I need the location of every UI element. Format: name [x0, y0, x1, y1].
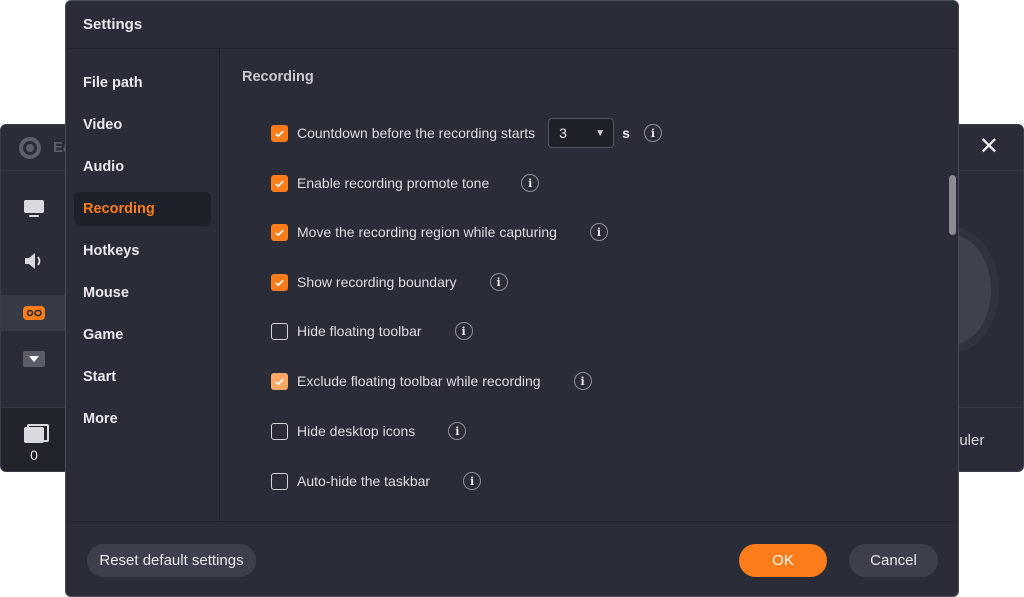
chevron-down-icon: ▼	[595, 127, 606, 139]
info-icon[interactable]: i	[643, 124, 662, 142]
option-hide-desktop-icons: Hide desktop icons i	[271, 420, 467, 442]
folder-icon	[24, 424, 49, 443]
info-icon[interactable]: i	[463, 472, 482, 490]
checkmark-icon	[275, 180, 284, 187]
background-app-sidebar: 0	[1, 171, 67, 471]
dialog-title: Settings	[83, 16, 143, 33]
dialog-footer: Reset default settings OK Cancel	[66, 521, 958, 596]
option-label: Countdown before the recording starts	[297, 125, 536, 141]
file-list-area[interactable]: 0	[1, 407, 67, 471]
option-label: Enable recording promote tone	[297, 175, 490, 191]
option-countdown: Countdown before the recording starts 3 …	[271, 118, 662, 148]
option-exclude-toolbar: Exclude floating toolbar while recording…	[271, 370, 592, 392]
checkmark-icon	[275, 378, 284, 385]
option-show-boundary: Show recording boundary i	[271, 271, 508, 293]
nav-audio[interactable]: Audio	[74, 150, 211, 184]
option-label: Auto-hide the taskbar	[297, 473, 431, 489]
checkbox-move-region[interactable]	[271, 223, 288, 241]
dialog-header: Settings	[66, 1, 958, 49]
checkmark-icon	[275, 279, 284, 286]
checkmark-icon	[275, 130, 284, 137]
settings-nav: File path Video Audio Recording Hotkeys …	[66, 49, 220, 521]
file-count: 0	[30, 447, 38, 463]
nav-file-path[interactable]: File path	[74, 66, 211, 100]
app-logo-icon	[19, 137, 41, 159]
checkmark-icon	[275, 229, 284, 236]
dropdown-icon[interactable]	[1, 341, 67, 377]
countdown-select[interactable]: 3 ▼	[548, 118, 615, 148]
nav-start[interactable]: Start	[74, 360, 211, 394]
ok-button[interactable]: OK	[739, 544, 827, 577]
option-auto-hide-taskbar: Auto-hide the taskbar i	[271, 470, 482, 492]
checkbox-exclude-toolbar[interactable]	[271, 372, 288, 390]
nav-recording[interactable]: Recording	[74, 192, 211, 226]
info-icon[interactable]: i	[573, 372, 592, 390]
gamepad-icon[interactable]	[1, 295, 67, 331]
nav-game[interactable]: Game	[74, 318, 211, 352]
nav-hotkeys[interactable]: Hotkeys	[74, 234, 211, 268]
option-label: Hide desktop icons	[297, 423, 416, 439]
info-icon[interactable]: i	[489, 273, 508, 291]
option-promote-tone: Enable recording promote tone i	[271, 172, 540, 194]
recording-settings-panel: Recording Countdown before the recording…	[221, 49, 958, 521]
checkbox-countdown[interactable]	[271, 124, 288, 142]
speaker-icon[interactable]	[1, 243, 67, 279]
option-label: Show recording boundary	[297, 274, 457, 290]
option-label: Hide floating toolbar	[297, 323, 422, 339]
nav-more[interactable]: More	[74, 402, 211, 436]
settings-dialog: Settings File path Video Audio Recording…	[65, 0, 959, 597]
checkbox-show-boundary[interactable]	[271, 273, 288, 291]
monitor-icon[interactable]	[1, 191, 67, 227]
info-icon[interactable]: i	[589, 223, 608, 241]
option-move-region: Move the recording region while capturin…	[271, 221, 608, 243]
info-icon[interactable]: i	[521, 174, 540, 192]
checkbox-auto-hide-taskbar[interactable]	[271, 472, 288, 490]
close-icon[interactable]: ✕	[979, 135, 999, 159]
scrollbar-thumb[interactable]	[949, 175, 956, 235]
reset-default-settings-button[interactable]: Reset default settings	[87, 544, 256, 577]
nav-mouse[interactable]: Mouse	[74, 276, 211, 310]
countdown-value: 3	[559, 125, 567, 141]
option-label: Move the recording region while capturin…	[297, 224, 557, 240]
option-hide-toolbar: Hide floating toolbar i	[271, 320, 473, 342]
checkbox-hide-toolbar[interactable]	[271, 322, 288, 340]
cancel-button[interactable]: Cancel	[849, 544, 938, 577]
checkbox-hide-desktop-icons[interactable]	[271, 422, 288, 440]
option-label: Exclude floating toolbar while recording	[297, 373, 541, 389]
info-icon[interactable]: i	[454, 322, 473, 340]
checkbox-promote-tone[interactable]	[271, 174, 288, 192]
nav-video[interactable]: Video	[74, 108, 211, 142]
section-title: Recording	[242, 69, 314, 85]
info-icon[interactable]: i	[448, 422, 467, 440]
countdown-unit: s	[622, 125, 630, 141]
